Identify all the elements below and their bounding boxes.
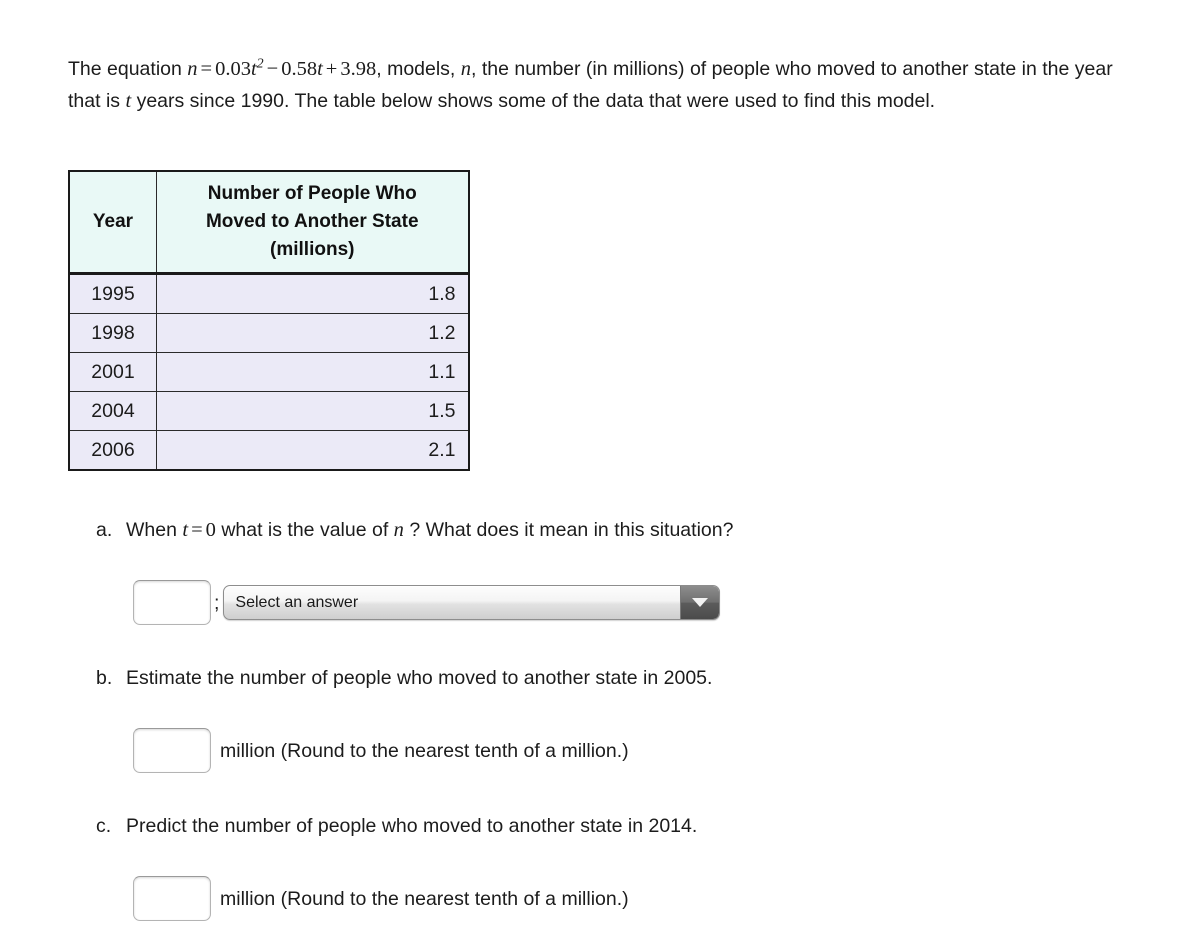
column-header-people-line1: Number of People Who (207, 183, 417, 204)
column-header-people-line2: Moved to Another State (205, 211, 419, 232)
answer-select-a-value: Select an answer (235, 594, 359, 611)
column-header-year: Year (68, 170, 157, 275)
cell-year: 2001 (68, 352, 157, 392)
intro-lead: The equation (68, 57, 182, 80)
column-header-people: Number of People Who Moved to Another St… (156, 170, 469, 275)
cell-year: 2006 (68, 430, 157, 471)
column-header-people-line3: (millions) (270, 239, 355, 260)
equation-lhs: n (187, 57, 198, 80)
model-equation: n = 0.03t2−0.58t +3.98 (187, 56, 377, 80)
question-c-marker: c. (96, 815, 112, 837)
table-row: 2001 1.1 (68, 352, 469, 392)
question-page: The equation n = 0.03t2−0.58t +3.98, models… (0, 0, 1200, 947)
table-row: 2004 1.5 (68, 391, 469, 431)
cell-year: 2004 (68, 391, 157, 431)
question-c-body: Predict the number of people who moved t… (126, 815, 698, 837)
answer-row-a: ; Select an answer (133, 580, 721, 625)
question-b-body: Estimate the number of people who moved … (126, 667, 713, 689)
question-a-text-3: ? What does it mean in this situation? (409, 519, 734, 541)
intro-body-2: years since 1990. The table below shows … (136, 89, 936, 112)
answer-select-a[interactable]: Select an answer (223, 585, 721, 620)
question-b-marker: b. (96, 667, 113, 689)
answer-row-b: million (Round to the nearest tenth of a… (133, 728, 629, 773)
question-a-text: a. When t = 0 what is the value of n ? What… (96, 516, 733, 544)
answer-separator-a: ; (214, 591, 220, 614)
question-a-equals: = (191, 519, 203, 541)
problem-statement: The equation n = 0.03t2−0.58t +3.98, models… (68, 53, 1128, 117)
question-a-zero: 0 (205, 519, 216, 541)
intro-after-equation: , models, (376, 57, 456, 80)
question-a-text-2: what is the value of (221, 519, 389, 541)
question-a-marker: a. (96, 519, 113, 541)
question-a-variable-n: n (393, 519, 404, 541)
cell-year: 1995 (68, 273, 157, 314)
question-b-text: b. Estimate the number of people who move… (96, 664, 712, 692)
question-c-text: c. Predict the number of people who moved… (96, 812, 697, 840)
equation-constant: 3.98 (340, 57, 377, 80)
cell-year: 1998 (68, 313, 157, 353)
table-row: 2006 2.1 (68, 430, 469, 471)
cell-value: 1.5 (156, 391, 469, 431)
answer-unit-c: million (Round to the nearest tenth of a… (220, 887, 629, 910)
table-body: 1995 1.8 1998 1.2 2001 1.1 2004 1.5 2006… (68, 273, 469, 471)
question-a-text-1: When (126, 519, 177, 541)
answer-input-b[interactable] (133, 728, 211, 773)
chevron-down-icon[interactable] (680, 586, 720, 619)
cell-value: 1.1 (156, 352, 469, 392)
equation-exponent: 2 (256, 56, 264, 71)
table-head: Year Number of People Who Moved to Anoth… (68, 170, 469, 275)
chevron-down-glyph (692, 598, 709, 607)
table-row: 1995 1.8 (68, 273, 469, 314)
equation-equals: = (200, 57, 213, 80)
table-row: 1998 1.2 (68, 313, 469, 353)
intro-variable-n: n (460, 57, 472, 80)
answer-input-c[interactable] (133, 876, 211, 921)
equation-plus: + (325, 57, 338, 80)
answer-unit-b: million (Round to the nearest tenth of a… (220, 739, 629, 762)
equation-linear-variable: t (317, 57, 323, 80)
equation-linear-coefficient: 0.58 (281, 57, 318, 80)
cell-value: 2.1 (156, 430, 469, 471)
answer-row-c: million (Round to the nearest tenth of a… (133, 876, 629, 921)
table-header-row: Year Number of People Who Moved to Anoth… (68, 170, 469, 275)
cell-value: 1.8 (156, 273, 469, 314)
intro-variable-t: t (125, 89, 132, 112)
data-table: Year Number of People Who Moved to Anoth… (68, 170, 470, 471)
equation-minus: − (266, 57, 279, 80)
equation-quadratic-coefficient: 0.03 (215, 57, 251, 80)
cell-value: 1.2 (156, 313, 469, 353)
answer-input-a[interactable] (133, 580, 211, 625)
